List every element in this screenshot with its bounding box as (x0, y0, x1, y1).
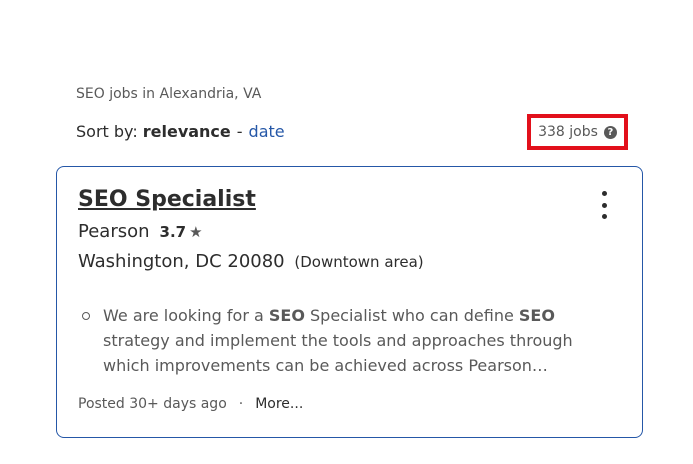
star-icon: ★ (189, 222, 203, 241)
snippet-keyword: SEO (518, 306, 555, 325)
snippet-keyword: SEO (268, 306, 305, 325)
help-icon[interactable]: ? (603, 125, 617, 139)
sort-date-link[interactable]: date (249, 122, 285, 141)
more-link[interactable]: More... (255, 396, 303, 412)
snippet-part: strategy and implement the tools and app… (103, 331, 573, 375)
bullet-icon (82, 312, 90, 320)
sort-separator: - (236, 122, 243, 141)
job-snippet: We are looking for a SEO Specialist who … (82, 303, 582, 378)
search-location-heading: SEO jobs in Alexandria, VA (76, 86, 262, 102)
job-location-area: (Downtown area) (294, 253, 424, 271)
job-location: Washington, DC 20080 (Downtown area) (78, 251, 424, 272)
job-search-page: SEO jobs in Alexandria, VA Sort by: rele… (0, 0, 693, 464)
company-name: Pearson (78, 221, 150, 242)
sort-relevance-option: relevance (142, 122, 231, 141)
job-card[interactable]: SEO Specialist Pearson 3.7 ★ Washington,… (56, 166, 643, 438)
job-count: 338 jobs (538, 124, 598, 140)
kebab-dot (601, 202, 607, 208)
job-snippet-text: We are looking for a SEO Specialist who … (103, 303, 582, 378)
job-title-link[interactable]: SEO Specialist (78, 187, 256, 212)
posted-date: Posted 30+ days ago (78, 396, 227, 412)
job-count-highlight: 338 jobs ? (527, 114, 628, 150)
sort-bar: Sort by: relevance - date (76, 122, 285, 141)
job-location-text: Washington, DC 20080 (78, 251, 285, 272)
more-options-icon[interactable] (596, 191, 612, 219)
footer-separator: · (238, 396, 244, 412)
snippet-part: We are looking for a (103, 306, 269, 325)
kebab-dot (601, 191, 607, 196)
company-rating: 3.7 (159, 222, 187, 241)
job-footer: Posted 30+ days ago · More... (78, 396, 303, 412)
sort-label: Sort by: (76, 122, 138, 141)
company-row: Pearson 3.7 ★ (78, 221, 203, 242)
kebab-dot (601, 214, 607, 219)
snippet-part: Specialist who can define (304, 306, 519, 325)
